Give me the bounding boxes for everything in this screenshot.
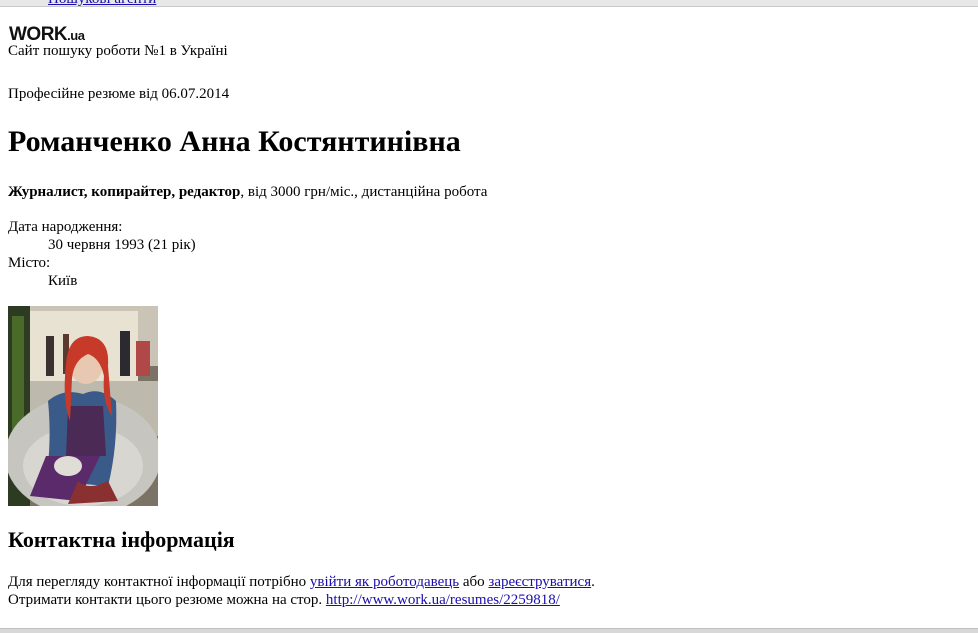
position-title: Журналист, копирайтер, редактор: [8, 184, 241, 200]
resume-url-link[interactable]: http://www.work.ua/resumes/2259818/: [326, 592, 560, 608]
contact-heading: Контактна інформація: [8, 527, 235, 552]
resume-date: Професійне резюме від 06.07.2014: [8, 86, 230, 102]
birthdate-value: 30 червня 1993 (21 рік): [48, 237, 196, 253]
logo-suffix-text: .ua: [67, 28, 85, 43]
personal-details: Дата народження: 30 червня 1993 (21 рік)…: [8, 218, 196, 290]
contact-line2-prefix: Отримати контакти цього резюме можна на …: [8, 592, 326, 608]
search-agents-link[interactable]: Пошукові агенти: [48, 0, 156, 8]
city-label: Місто:: [8, 255, 51, 271]
city-value: Київ: [48, 273, 78, 289]
position-line: Журналист, копирайтер, редактор, від 300…: [8, 184, 487, 201]
register-link[interactable]: зареєструватися: [488, 574, 591, 590]
employer-login-link[interactable]: увійти як роботодавець: [310, 574, 459, 590]
contact-line1-suffix: .: [591, 574, 595, 590]
candidate-photo: [8, 306, 158, 506]
logo-main-text: WORK: [9, 24, 68, 45]
candidate-name: Романченко Анна Костянтинівна: [8, 125, 461, 158]
contact-line-url: Отримати контакти цього резюме можна на …: [8, 591, 595, 609]
contact-info: Для перегляду контактної інформації потр…: [8, 573, 595, 609]
site-tagline: Сайт пошуку роботи №1 в Україні: [8, 43, 228, 59]
position-details: , від 3000 грн/міс., дистанційна робота: [240, 184, 488, 200]
birthdate-label: Дата народження:: [8, 219, 123, 235]
window-bottom-border: [0, 628, 978, 633]
contact-line-login: Для перегляду контактної інформації потр…: [8, 573, 595, 591]
contact-line1-middle: або: [459, 574, 489, 590]
contact-line1-prefix: Для перегляду контактної інформації потр…: [8, 574, 310, 590]
